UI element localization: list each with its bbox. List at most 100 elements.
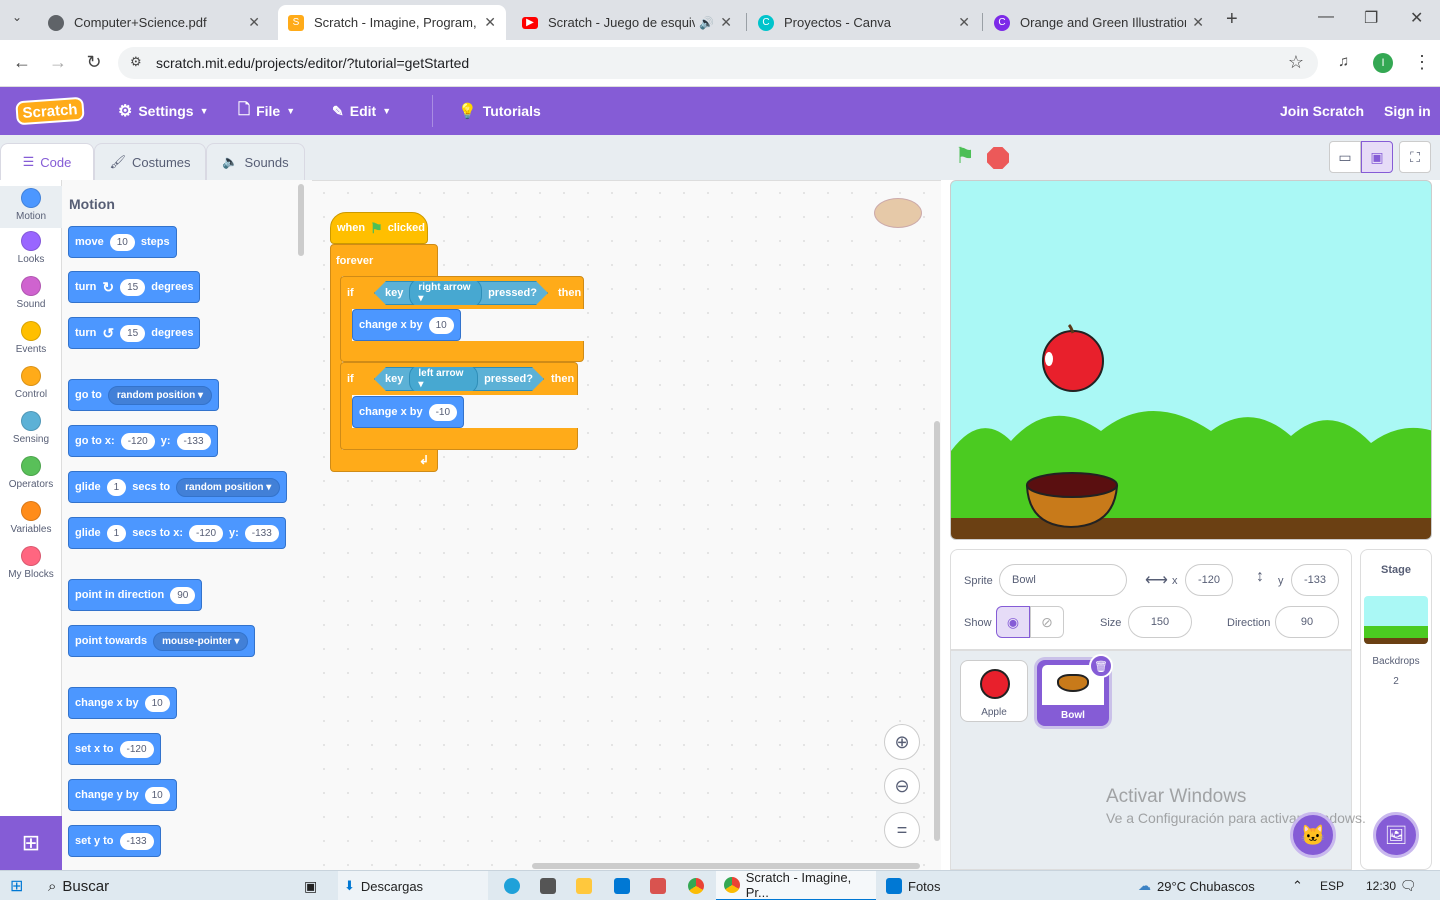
taskbar-photos[interactable]: Fotos: [880, 871, 960, 900]
block-turn-left[interactable]: turn ↺ 15 degrees: [68, 317, 201, 349]
block-input[interactable]: 15: [120, 278, 146, 296]
reload-icon[interactable]: ↻: [82, 52, 106, 73]
file-menu[interactable]: 🗋 File ▼: [238, 87, 295, 135]
block-change-y[interactable]: change y by 10: [68, 779, 177, 811]
join-scratch-link[interactable]: Join Scratch: [1280, 87, 1364, 135]
block-input[interactable]: 10: [109, 233, 135, 251]
block-input[interactable]: 1: [106, 524, 127, 542]
category-operators[interactable]: Operators: [0, 456, 62, 490]
block-set-y[interactable]: set y to -133: [68, 825, 161, 857]
settings-menu[interactable]: ⚙ Settings ▼: [118, 87, 209, 135]
block-dropdown[interactable]: random position ▾: [107, 385, 213, 405]
task-view-icon[interactable]: ▣: [304, 871, 317, 900]
edit-menu[interactable]: ✎ Edit ▼: [332, 87, 391, 135]
apple-sprite[interactable]: [1042, 323, 1104, 392]
add-sprite-button[interactable]: 🐱: [1290, 812, 1336, 858]
speaker-icon[interactable]: 🔊: [699, 16, 714, 30]
green-flag-icon[interactable]: ⚑: [955, 143, 975, 169]
workspace-vscrollbar[interactable]: [934, 421, 940, 841]
sprite-tile-apple[interactable]: Apple: [960, 660, 1028, 722]
close-icon[interactable]: ✕: [484, 14, 496, 31]
site-info-icon[interactable]: ⚙: [130, 54, 142, 70]
zoom-reset-button[interactable]: =: [884, 812, 920, 848]
small-stage-button[interactable]: ▭: [1329, 141, 1361, 173]
forward-icon[interactable]: →: [46, 52, 70, 73]
block-change-x-right[interactable]: change x by 10: [352, 309, 461, 341]
block-input[interactable]: -133: [244, 524, 279, 542]
add-backdrop-button[interactable]: 🖼: [1373, 812, 1419, 858]
stage-canvas[interactable]: [950, 180, 1432, 540]
stop-sign-icon[interactable]: [987, 147, 1009, 169]
browser-tab-pdf[interactable]: Computer+Science.pdf ✕: [38, 5, 270, 40]
block-input[interactable]: -120: [120, 432, 155, 450]
block-input[interactable]: 1: [106, 478, 127, 496]
explorer-icon[interactable]: [576, 871, 592, 900]
block-go-to-xy[interactable]: go to x: -120 y: -133: [68, 425, 218, 457]
url-field[interactable]: ⚙ scratch.mit.edu/projects/editor/?tutor…: [118, 47, 1318, 79]
block-input[interactable]: -10: [428, 403, 458, 421]
block-turn-right[interactable]: turn ↻ 15 degrees: [68, 271, 201, 303]
taskbar-chrome-window[interactable]: Scratch - Imagine, Pr...: [716, 870, 876, 900]
block-move-steps[interactable]: move 10 steps: [68, 226, 177, 258]
block-input[interactable]: 90: [170, 586, 196, 604]
block-go-to[interactable]: go to random position ▾: [68, 379, 220, 411]
browser-tab-scratch[interactable]: S Scratch - Imagine, Program, Sh ✕: [278, 5, 506, 40]
profile-avatar[interactable]: I: [1373, 53, 1393, 73]
block-input[interactable]: -133: [176, 432, 211, 450]
block-input[interactable]: 15: [120, 324, 146, 342]
block-key-pressed-right[interactable]: key right arrow ▾ pressed?: [374, 281, 548, 305]
close-icon[interactable]: ✕: [248, 14, 260, 31]
category-variables[interactable]: Variables: [0, 501, 62, 535]
block-input[interactable]: 10: [144, 694, 170, 712]
close-icon[interactable]: ✕: [720, 14, 732, 31]
notification-icon[interactable]: 🗨: [1400, 871, 1417, 900]
start-button[interactable]: ⊞: [10, 871, 23, 900]
category-my-blocks[interactable]: My Blocks: [0, 546, 62, 580]
weather-widget[interactable]: ☁ 29°C Chubascos: [1138, 871, 1255, 900]
tab-search-chevron-icon[interactable]: ⌄: [12, 10, 22, 24]
workspace-hscrollbar[interactable]: [532, 863, 920, 869]
sign-in-link[interactable]: Sign in: [1384, 87, 1431, 135]
block-input[interactable]: 10: [144, 786, 170, 804]
large-stage-button[interactable]: ▣: [1361, 141, 1393, 173]
category-motion[interactable]: Motion: [0, 186, 62, 228]
show-visible-button[interactable]: ◉: [996, 606, 1030, 638]
category-control[interactable]: Control: [0, 366, 62, 400]
delete-sprite-icon[interactable]: 🗑: [1089, 654, 1113, 678]
back-icon[interactable]: ←: [10, 52, 34, 73]
palette-scrollbar[interactable]: [298, 184, 304, 256]
media-control-icon[interactable]: ♫: [1338, 53, 1349, 70]
bookmark-star-icon[interactable]: ☆: [1288, 52, 1304, 73]
restore-icon[interactable]: ❐: [1364, 8, 1378, 28]
clock[interactable]: 12:30: [1366, 871, 1396, 900]
block-input[interactable]: 10: [428, 316, 454, 334]
block-glide-to-xy[interactable]: glide 1 secs to x: -120 y: -133: [68, 517, 286, 549]
block-dropdown[interactable]: mouse-pointer ▾: [153, 631, 249, 651]
block-dropdown[interactable]: right arrow ▾: [409, 278, 482, 308]
browser-tab-canva[interactable]: C Proyectos - Canva ✕: [748, 5, 980, 40]
block-input[interactable]: -120: [119, 740, 154, 758]
tab-costumes[interactable]: 🖌 Costumes: [94, 143, 206, 180]
minimize-icon[interactable]: —: [1318, 8, 1334, 26]
category-events[interactable]: Events: [0, 321, 62, 355]
add-extension-button[interactable]: ⊞: [0, 816, 62, 870]
tab-sounds[interactable]: 🔈 Sounds: [206, 143, 305, 180]
store-icon[interactable]: [540, 871, 556, 900]
block-when-flag-clicked[interactable]: when ⚑ clicked: [330, 212, 428, 244]
size-input[interactable]: 150: [1128, 606, 1192, 638]
block-change-x-left[interactable]: change x by -10: [352, 396, 465, 428]
taskbar-downloads[interactable]: ⬇ Descargas: [338, 871, 488, 900]
block-point-towards[interactable]: point towards mouse-pointer ▾: [68, 625, 256, 657]
block-dropdown[interactable]: left arrow ▾: [409, 364, 478, 394]
browser-tab-youtube[interactable]: ▶ Scratch - Juego de esquiva 🔊 ✕: [512, 5, 742, 40]
block-key-pressed-left[interactable]: key left arrow ▾ pressed?: [374, 367, 544, 391]
photo-app-icon[interactable]: [650, 871, 666, 900]
input-language[interactable]: ESP: [1320, 871, 1344, 900]
block-set-x[interactable]: set x to -120: [68, 733, 161, 765]
edge-icon[interactable]: [504, 871, 520, 900]
scratch-logo[interactable]: Scratch: [15, 96, 85, 126]
taskbar-search[interactable]: ⌕ Buscar: [48, 871, 288, 900]
fullscreen-icon[interactable]: ⛶: [1399, 141, 1431, 173]
block-input[interactable]: -120: [188, 524, 223, 542]
tutorials-menu[interactable]: 💡 Tutorials: [458, 87, 541, 135]
